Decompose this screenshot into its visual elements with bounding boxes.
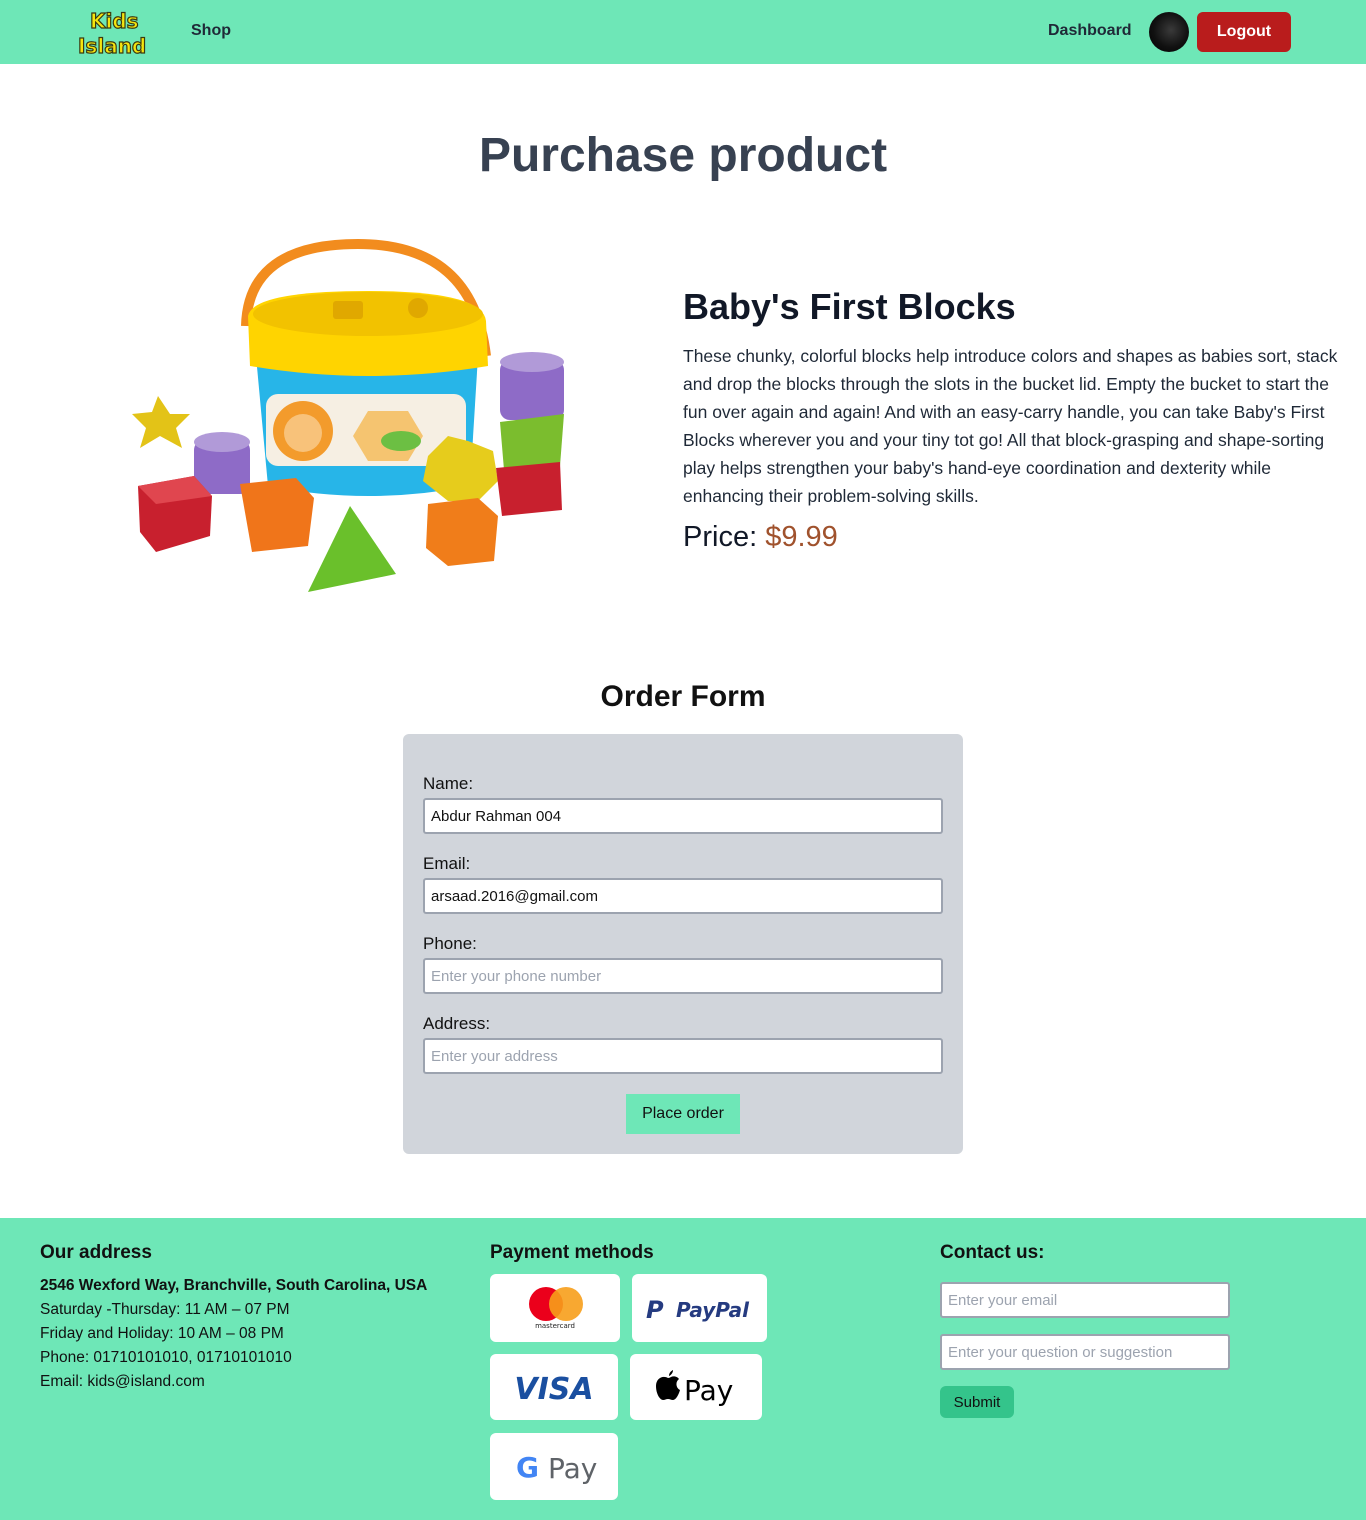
order-form: Name: Email: Phone: Address: Place order (403, 734, 963, 1154)
svg-text:P: P (646, 1296, 664, 1324)
email-field[interactable] (423, 878, 943, 914)
logout-button[interactable]: Logout (1197, 12, 1291, 52)
page-title: Purchase product (478, 129, 888, 182)
name-field[interactable] (423, 798, 943, 834)
contact-title: Contact us: (940, 1242, 1045, 1263)
phone-field[interactable] (423, 958, 943, 994)
address-title: Our address (40, 1242, 152, 1263)
mastercard-logo: mastercard (490, 1274, 620, 1342)
svg-text:VISA: VISA (514, 1372, 593, 1407)
svg-text:mastercard: mastercard (535, 1322, 575, 1330)
payment-title: Payment methods (490, 1242, 654, 1263)
product-description: These chunky, colorful blocks help intro… (683, 346, 1338, 506)
contact-question-input[interactable] (940, 1334, 1230, 1370)
name-label: Name: (423, 774, 474, 793)
svg-text:Island: Island (78, 34, 146, 58)
product-image (118, 236, 578, 596)
price-label: Price: (683, 521, 758, 553)
kids-island-logo[interactable]: Kids Island (76, 6, 154, 58)
product-name: Baby's First Blocks (683, 286, 1016, 327)
address-hours-holiday: Friday and Holiday: 10 AM – 08 PM (40, 1325, 284, 1342)
email-label: Email: (423, 854, 471, 873)
address-email: Email: kids@island.com (40, 1373, 205, 1390)
address-street: 2546 Wexford Way, Branchville, South Car… (40, 1277, 428, 1294)
svg-text:Kids: Kids (90, 9, 139, 33)
product-price: Price: $9.99 (683, 521, 838, 554)
price-value: $9.99 (765, 521, 838, 553)
svg-text:Pay: Pay (548, 1452, 597, 1485)
navbar: Kids Island Shop Dashboard Logout (0, 0, 1366, 64)
order-form-title: Order Form (600, 680, 766, 713)
footer: Our address 2546 Wexford Way, Branchvill… (0, 1218, 1366, 1520)
nav-link-shop[interactable]: Shop (191, 22, 231, 40)
contact-submit-button[interactable]: Submit (940, 1386, 1014, 1418)
address-field[interactable] (423, 1038, 943, 1074)
address-hours-weekday: Saturday -Thursday: 11 AM – 07 PM (40, 1301, 290, 1318)
svg-text:G: G (516, 1451, 539, 1484)
avatar[interactable] (1149, 12, 1189, 52)
visa-logo: VISA (490, 1354, 618, 1420)
phone-label: Phone: (423, 934, 477, 953)
apple-pay-logo: Pay (630, 1354, 762, 1420)
address-label: Address: (423, 1014, 491, 1033)
address-phone: Phone: 01710101010, 01710101010 (40, 1349, 292, 1366)
contact-email-input[interactable] (940, 1282, 1230, 1318)
svg-text:PayPal: PayPal (676, 1298, 750, 1322)
logo-icon: Kids Island (77, 8, 146, 58)
google-pay-logo: G Pay (490, 1433, 618, 1500)
place-order-button[interactable]: Place order (626, 1094, 740, 1134)
paypal-logo: P PayPal (632, 1274, 767, 1342)
nav-link-dashboard[interactable]: Dashboard (1048, 22, 1132, 40)
svg-text:Pay: Pay (684, 1374, 733, 1407)
